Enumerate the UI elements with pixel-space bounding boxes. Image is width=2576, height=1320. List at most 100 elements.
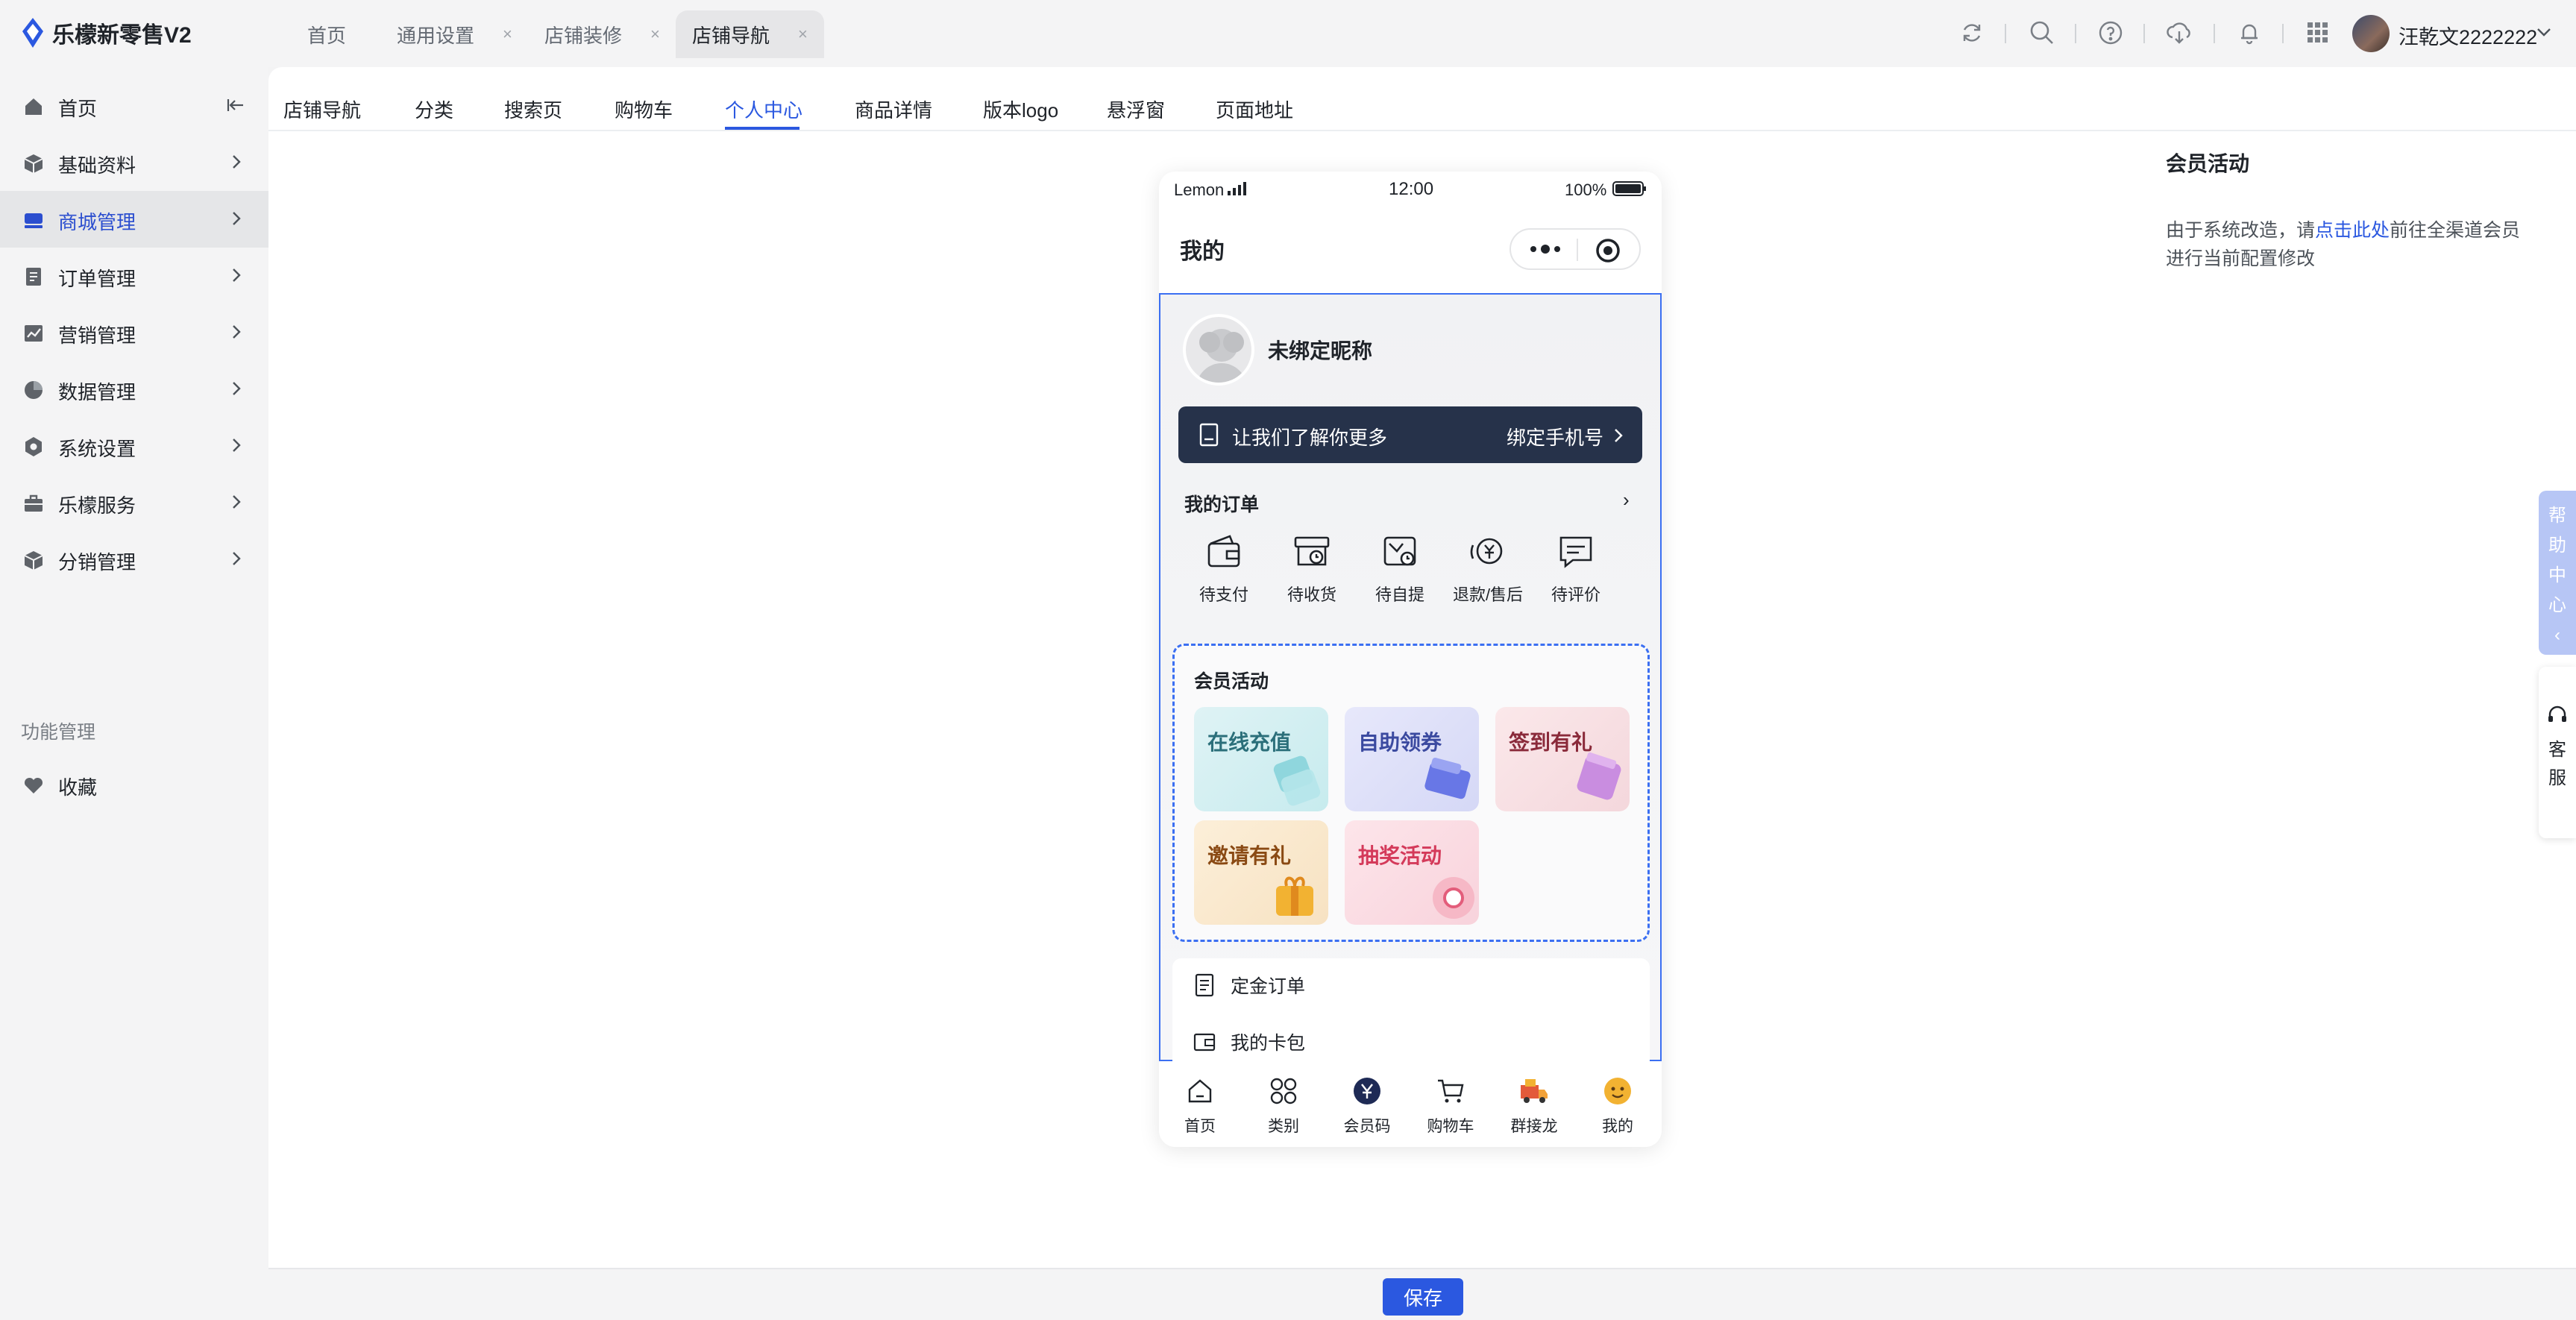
- profile-avatar[interactable]: [1183, 314, 1254, 386]
- refresh-icon[interactable]: [1958, 19, 1985, 46]
- top-tab-home[interactable]: 首页: [291, 10, 362, 58]
- phone-tab-label: 我的: [1602, 1118, 1633, 1135]
- bell-icon[interactable]: [2236, 19, 2263, 46]
- order-status-label: 待评价: [1551, 585, 1600, 604]
- tile-self-coupon[interactable]: 自助领券: [1345, 707, 1479, 811]
- subtab-store-navigation[interactable]: 店铺导航: [283, 95, 361, 123]
- sidebar-item-label: 商城管理: [58, 211, 136, 233]
- sidebar-item-marketing[interactable]: 营销管理: [0, 304, 268, 361]
- sidebar-item-mall-management[interactable]: 商城管理: [0, 191, 268, 248]
- order-refund[interactable]: 退款/售后: [1447, 532, 1529, 606]
- more-dots-icon[interactable]: [1529, 243, 1562, 255]
- help-circle-icon[interactable]: [2097, 19, 2124, 46]
- sidebar-item-label: 收藏: [58, 776, 98, 799]
- phone-preview: Lemon 12:00 100% 我的 未绑定昵称 让我们了解你更多 绑定手机号…: [1159, 172, 1662, 1147]
- member-code-icon: [1354, 1078, 1380, 1104]
- subtab-cart[interactable]: 购物车: [615, 95, 673, 123]
- chevron-right-icon: [233, 439, 241, 452]
- apps-grid-icon[interactable]: [2305, 19, 2331, 46]
- chevron-right-icon: [233, 382, 241, 395]
- home-icon: [25, 98, 42, 115]
- top-tab-store-decoration[interactable]: 店铺装修 ×: [528, 10, 676, 58]
- share-icon: [24, 551, 43, 570]
- toolbar-divider: [2282, 24, 2284, 43]
- tile-invite-gift[interactable]: 邀请有礼: [1194, 820, 1328, 925]
- top-tab-store-navigation[interactable]: 店铺导航 ×: [676, 10, 824, 58]
- tab-divider: [268, 130, 2576, 131]
- sidebar: 首页 基础资料 商城管理 订单管理 营销管理 数据管理 系统设置 乐檬服务 分销: [0, 67, 268, 1320]
- capsule-menu[interactable]: [1510, 228, 1641, 270]
- subtab-search-page[interactable]: 搜索页: [504, 95, 562, 123]
- subtab-personal-center[interactable]: 个人中心: [725, 95, 802, 123]
- tile-online-recharge[interactable]: 在线充值: [1194, 707, 1328, 811]
- home-icon: [1188, 1079, 1212, 1103]
- tile-sign-in-gift[interactable]: 签到有礼: [1495, 707, 1630, 811]
- subtab-product-detail[interactable]: 商品详情: [855, 95, 932, 123]
- close-icon[interactable]: ×: [798, 25, 808, 44]
- collapse-sidebar-icon[interactable]: [227, 95, 246, 115]
- order-pending-review[interactable]: 待评价: [1535, 532, 1617, 606]
- close-icon[interactable]: ×: [503, 25, 512, 44]
- phone-tab-cart[interactable]: 购物车: [1417, 1076, 1484, 1137]
- delivery-truck-icon: [1521, 1079, 1548, 1103]
- recharge-icon: [1273, 755, 1321, 806]
- tile-label: 自助领券: [1358, 731, 1442, 754]
- sidebar-item-distribution[interactable]: 分销管理: [0, 531, 268, 588]
- top-tab-label: 通用设置: [397, 24, 475, 47]
- lottery-wheel-icon: [1433, 877, 1474, 919]
- phone-tab-home[interactable]: 首页: [1166, 1076, 1234, 1137]
- sidebar-item-system-settings[interactable]: 系统设置: [0, 418, 268, 474]
- phone-tab-member-code[interactable]: 会员码: [1333, 1076, 1401, 1137]
- list-item-card-wallet[interactable]: 我的卡包: [1193, 1027, 1305, 1057]
- order-pending-receipt[interactable]: 待收货: [1271, 532, 1353, 606]
- app-logo[interactable]: 乐檬新零售V2: [19, 16, 192, 49]
- close-target-icon[interactable]: [1595, 237, 1621, 264]
- status-bar: Lemon 12:00 100%: [1159, 172, 1662, 206]
- list-item-deposit-orders[interactable]: 定金订单: [1193, 970, 1305, 1000]
- bind-phone-action[interactable]: 绑定手机号: [1507, 423, 1603, 450]
- user-avatar[interactable]: [2352, 15, 2390, 52]
- sidebar-item-lemon-service[interactable]: 乐檬服务: [0, 474, 268, 531]
- subtab-floating-window[interactable]: 悬浮窗: [1107, 95, 1165, 123]
- close-icon[interactable]: ×: [650, 25, 660, 44]
- member-config-link[interactable]: 点击此处: [2315, 220, 2390, 241]
- tile-lottery[interactable]: 抽奖活动: [1345, 820, 1479, 925]
- cloud-download-icon[interactable]: [2166, 19, 2193, 46]
- avatar-placeholder-icon: [1197, 329, 1246, 383]
- personal-center-canvas[interactable]: 未绑定昵称 让我们了解你更多 绑定手机号 我的订单 › 待支付 待收货 待自提: [1159, 293, 1662, 1078]
- phone-tab-mine[interactable]: 我的: [1584, 1076, 1651, 1137]
- sidebar-item-label: 数据管理: [58, 381, 136, 403]
- orders-more-arrow[interactable]: ›: [1623, 488, 1630, 512]
- capsule-divider: [1577, 239, 1578, 261]
- nickname[interactable]: 未绑定昵称: [1268, 335, 1372, 365]
- sidebar-item-home[interactable]: 首页: [0, 78, 268, 134]
- carrier-label: Lemon: [1174, 180, 1225, 199]
- order-pending-pickup[interactable]: 待自提: [1359, 532, 1441, 606]
- chevron-right-icon: [233, 495, 241, 509]
- user-name[interactable]: 汪乾文2222222: [2398, 21, 2537, 50]
- sidebar-item-order-management[interactable]: 订单管理: [0, 248, 268, 304]
- search-icon[interactable]: [2029, 19, 2055, 46]
- order-status-label: 退款/售后: [1452, 585, 1524, 604]
- order-status-label: 待收货: [1287, 585, 1336, 604]
- bind-phone-banner[interactable]: 让我们了解你更多 绑定手机号: [1178, 406, 1642, 463]
- subtab-version-logo[interactable]: 版本logo: [983, 95, 1058, 123]
- phone-tab-label: 群接龙: [1510, 1118, 1558, 1135]
- calendar-check-icon: [1577, 752, 1621, 800]
- sidebar-item-favorites[interactable]: 收藏: [0, 756, 268, 813]
- service-char: 服: [2548, 768, 2566, 788]
- customer-service-float[interactable]: 客 服: [2539, 667, 2576, 838]
- subtab-category[interactable]: 分类: [415, 95, 453, 123]
- phone-tab-category[interactable]: 类别: [1250, 1076, 1317, 1137]
- phone-tab-group-buy[interactable]: 群接龙: [1501, 1076, 1568, 1137]
- member-activity-card[interactable]: 会员活动 在线充值 自助领券 签到有礼 邀请有礼 抽奖活动: [1172, 644, 1650, 942]
- top-tab-general-settings[interactable]: 通用设置 ×: [380, 10, 529, 58]
- help-center-float[interactable]: 帮 助 中 心 ‹: [2539, 491, 2576, 655]
- chevron-down-icon[interactable]: [2534, 22, 2554, 42]
- sidebar-item-data-management[interactable]: 数据管理: [0, 361, 268, 418]
- chevron-right-icon: [233, 325, 241, 339]
- save-button[interactable]: 保存: [1383, 1278, 1463, 1316]
- sidebar-item-basic-data[interactable]: 基础资料: [0, 134, 268, 191]
- order-pending-payment[interactable]: 待支付: [1183, 532, 1265, 606]
- subtab-page-address[interactable]: 页面地址: [1216, 95, 1293, 123]
